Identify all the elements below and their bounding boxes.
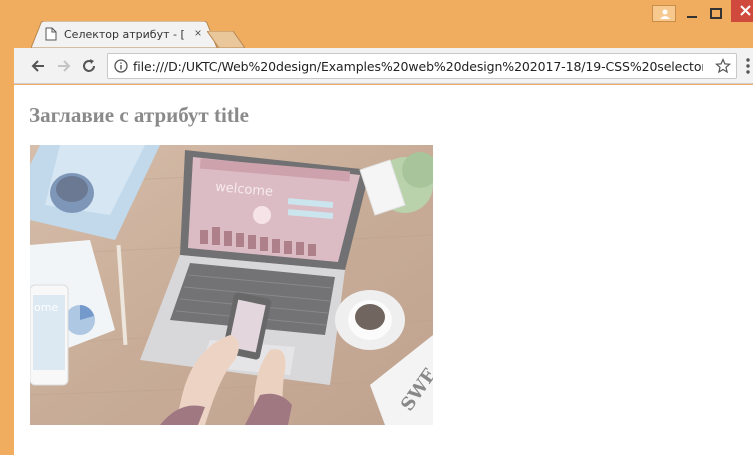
browser-toolbar: file:///D:/UKTC/Web%20design/Examples%20… (14, 48, 753, 84)
profile-button[interactable] (652, 5, 676, 22)
url-text[interactable]: file:///D:/UKTC/Web%20design/Examples%20… (133, 59, 703, 74)
page-icon (45, 27, 57, 41)
new-tab-button[interactable] (207, 31, 245, 48)
person-icon (660, 9, 670, 19)
back-arrow-icon[interactable] (29, 57, 47, 75)
page-viewport: Заглавие с атрибут title ome welcome SWE (14, 85, 753, 455)
tab-title: Селектор атрибут - [attr (64, 28, 184, 41)
address-bar[interactable]: file:///D:/UKTC/Web%20design/Examples%20… (107, 53, 737, 79)
laptop-desk-image: ome welcome SWE (30, 145, 433, 425)
info-icon[interactable] (114, 59, 128, 73)
bookmark-star-icon[interactable] (715, 58, 731, 74)
close-icon (740, 5, 751, 16)
tab-active[interactable]: Селектор атрибут - [attr × (31, 21, 221, 48)
window-close-button[interactable] (731, 0, 753, 22)
menu-icon[interactable] (746, 57, 750, 75)
workspace-photo: ome welcome SWE (30, 145, 433, 425)
browser-window: Селектор атрибут - [attr × (0, 0, 753, 455)
title-bar[interactable]: Селектор атрибут - [attr × (7, 0, 753, 48)
reload-icon[interactable] (80, 57, 98, 75)
maximize-icon[interactable] (707, 5, 725, 22)
page-heading: Заглавие с атрибут title (29, 103, 249, 127)
minimize-icon[interactable] (683, 5, 701, 22)
tab-close-icon[interactable]: × (192, 26, 204, 40)
forward-arrow-icon[interactable] (55, 57, 73, 75)
